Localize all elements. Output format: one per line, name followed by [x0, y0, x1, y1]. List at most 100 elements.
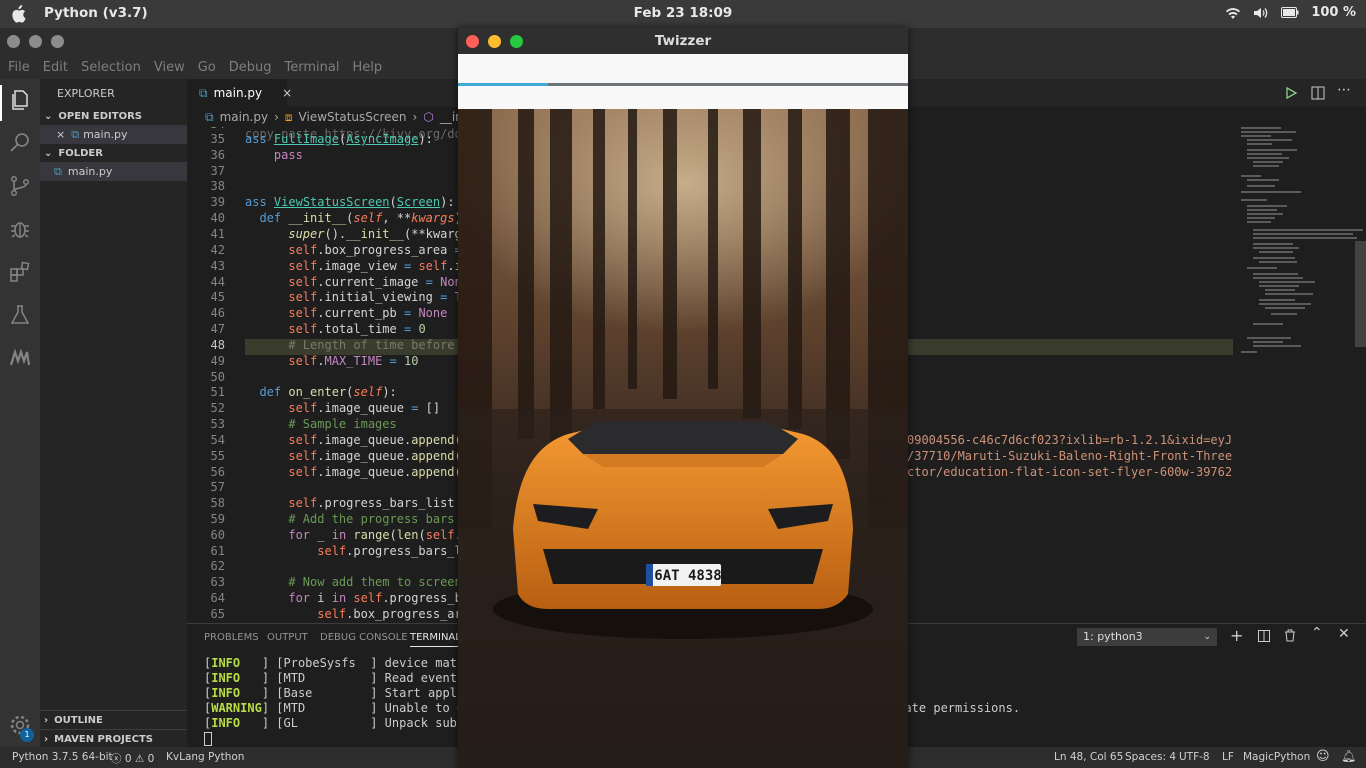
eol[interactable]: LF: [1222, 751, 1234, 763]
line-number: 36: [210, 148, 225, 162]
add-terminal-icon[interactable]: +: [1230, 626, 1243, 645]
terminal-line-5: [INFO ] [GL ] Unpack subin: [204, 716, 472, 730]
menu-debug[interactable]: Debug: [229, 60, 272, 75]
line-number: 56: [210, 465, 225, 479]
code-line-45: self.initial_viewing = Tr: [288, 290, 469, 304]
close-window-button[interactable]: [7, 35, 20, 48]
line-number: 35: [210, 132, 225, 146]
line-number: 47: [210, 322, 225, 336]
method-icon: ⬡: [423, 110, 434, 124]
feedback-smiley-icon[interactable]: ☺: [1316, 749, 1330, 764]
cursor-position[interactable]: Ln 48, Col 65: [1054, 751, 1123, 763]
outline-header[interactable]: › OUTLINE: [40, 710, 187, 729]
minimap[interactable]: [1233, 127, 1366, 623]
code-line-54: self.image_queue.append(F: [288, 433, 469, 447]
clock[interactable]: Feb 23 18:09: [0, 5, 1366, 21]
line-number: 37: [210, 164, 225, 178]
battery-icon[interactable]: [1281, 7, 1299, 18]
code-line-39: ass ViewStatusScreen(Screen):: [245, 195, 455, 209]
maximize-panel-icon[interactable]: ⌃: [1311, 625, 1323, 641]
line-number: 52: [210, 401, 225, 415]
minimize-window-button[interactable]: [29, 35, 42, 48]
twizzer-titlebar[interactable]: Twizzer: [458, 28, 908, 54]
code-line-47: self.total_time = 0: [288, 322, 426, 336]
close-icon[interactable]: ×: [282, 86, 292, 100]
open-editors-header[interactable]: ⌄ OPEN EDITORS: [40, 107, 187, 126]
search-icon[interactable]: [8, 131, 32, 155]
indentation[interactable]: Spaces: 4: [1125, 751, 1176, 763]
close-icon[interactable]: ×: [56, 128, 65, 141]
folder-header[interactable]: ⌄ FOLDER: [40, 144, 187, 163]
tab-output[interactable]: OUTPUT: [267, 632, 308, 643]
url-tail-1: 09004556-c46c7d6cf023?ixlib=rb-1.2.1&ixi…: [907, 433, 1233, 447]
line-number: 57: [210, 480, 225, 494]
tab-terminal[interactable]: TERMINAL: [410, 632, 461, 647]
tab-problems[interactable]: PROBLEMS: [204, 632, 259, 643]
problems-indicator[interactable]: ⓧ 0 ⚠ 0: [111, 751, 154, 766]
folder-file-item[interactable]: ⧉ main.py: [40, 162, 187, 181]
breadcrumb-file[interactable]: main.py: [220, 110, 269, 124]
menu-help[interactable]: Help: [352, 60, 382, 75]
system-menubar: Python (v3.7) Feb 23 18:09 100 %: [0, 0, 1366, 28]
test-flask-icon[interactable]: [8, 303, 32, 327]
language-mode[interactable]: MagicPython: [1243, 751, 1310, 763]
trash-icon[interactable]: [1284, 629, 1296, 642]
files-icon[interactable]: [8, 88, 32, 112]
source-control-icon[interactable]: [8, 174, 32, 198]
open-editor-filename: main.py: [83, 128, 128, 141]
close-panel-icon[interactable]: ✕: [1338, 626, 1350, 642]
twizzer-minimize-button[interactable]: [488, 35, 501, 48]
explorer-sidebar: EXPLORER ⌄ OPEN EDITORS × ⧉ main.py ⌄ FOLD…: [40, 79, 187, 747]
python-interpreter[interactable]: Python 3.7.5 64-bit: [12, 751, 113, 763]
story-progress-fill: [458, 83, 548, 86]
menu-selection[interactable]: Selection: [81, 60, 141, 75]
python-file-icon: ⧉: [54, 164, 62, 178]
line-number: 50: [210, 370, 225, 384]
kvlang-python[interactable]: KvLang Python: [166, 751, 244, 763]
line-number: 51: [210, 385, 225, 399]
terminal-line-4: [WARNING] [MTD ] Unable to op: [204, 701, 472, 715]
volume-icon[interactable]: [1253, 7, 1269, 19]
maximize-window-button[interactable]: [51, 35, 64, 48]
tab-main-py[interactable]: ⧉ main.py ×: [187, 79, 292, 107]
debug-icon[interactable]: [8, 217, 32, 241]
open-editor-item[interactable]: × ⧉ main.py: [40, 125, 187, 144]
wifi-icon[interactable]: [1225, 7, 1241, 19]
line-number: 34: [187, 127, 225, 131]
url-tail-2: /37710/Maruti-Suzuki-Baleno-Right-Front-…: [907, 449, 1233, 463]
menu-go[interactable]: Go: [198, 60, 216, 75]
code-line-65: self.box_progress_are: [317, 607, 469, 621]
story-image[interactable]: 6AT 4838: [458, 109, 908, 768]
terminal-select[interactable]: 1: python3 ⌄: [1077, 628, 1217, 646]
encoding[interactable]: UTF-8: [1179, 751, 1210, 763]
outline-label: OUTLINE: [54, 714, 103, 726]
line-number: 65: [210, 607, 225, 621]
extensions-icon[interactable]: [8, 260, 32, 284]
run-icon[interactable]: [1284, 86, 1298, 100]
more-actions-icon[interactable]: ⋯: [1337, 82, 1351, 98]
maven-icon[interactable]: [8, 346, 32, 370]
menu-view[interactable]: View: [154, 60, 185, 75]
split-editor-icon[interactable]: [1311, 86, 1325, 100]
maven-header[interactable]: › MAVEN PROJECTS: [40, 729, 187, 748]
battery-percent: 100 %: [1311, 5, 1356, 20]
story-progress-track: [458, 83, 908, 86]
menu-file[interactable]: File: [8, 60, 30, 75]
line-number: 63: [210, 575, 225, 589]
terminal-cursor: [204, 732, 212, 746]
terminal-line-3: [INFO ] [Base ] Start appli: [204, 686, 465, 700]
tab-debug-console[interactable]: DEBUG CONSOLE: [320, 632, 408, 643]
twizzer-maximize-button[interactable]: [510, 35, 523, 48]
bell-icon[interactable]: 🔔︎: [1341, 749, 1356, 763]
menu-edit[interactable]: Edit: [43, 60, 68, 75]
maven-label: MAVEN PROJECTS: [54, 733, 154, 745]
twizzer-close-button[interactable]: [466, 35, 479, 48]
breadcrumb-class[interactable]: ViewStatusScreen: [299, 110, 407, 124]
code-line-40: def __init__(self, **kwargs):: [259, 211, 469, 225]
url-tail-3: ctor/education-flat-icon-set-flyer-600w-…: [907, 465, 1233, 479]
split-terminal-icon[interactable]: [1258, 630, 1270, 642]
python-file-icon: ⧉: [205, 109, 214, 124]
code-line-55: self.image_queue.append(F: [288, 449, 469, 463]
line-number: 55: [210, 449, 225, 463]
menu-terminal[interactable]: Terminal: [285, 60, 340, 75]
